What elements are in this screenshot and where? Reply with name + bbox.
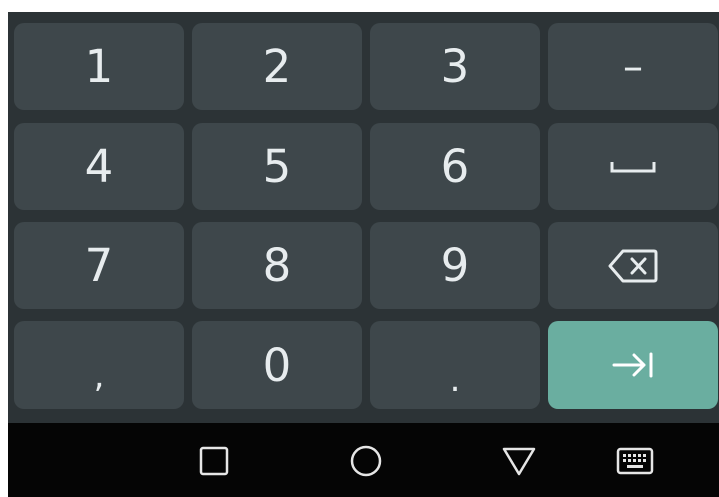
key-next[interactable] xyxy=(548,321,718,409)
tab-next-icon xyxy=(611,351,655,379)
key-6[interactable]: 6 xyxy=(370,123,540,210)
key-1[interactable]: 1 xyxy=(14,23,184,110)
key-3-label: 3 xyxy=(440,40,470,93)
key-5[interactable]: 5 xyxy=(192,123,362,210)
key-space[interactable] xyxy=(548,123,718,210)
keyboard-icon xyxy=(616,447,654,475)
recent-apps-icon xyxy=(199,446,229,476)
key-7-label: 7 xyxy=(84,239,114,292)
screen: 1 2 3 – 4 5 6 7 8 9 , 0 . xyxy=(0,0,719,497)
key-period[interactable]: . xyxy=(370,321,540,409)
key-3[interactable]: 3 xyxy=(370,23,540,110)
keyboard-switch-button[interactable] xyxy=(615,441,655,481)
home-button[interactable] xyxy=(346,441,386,481)
backspace-icon xyxy=(607,248,659,284)
key-5-label: 5 xyxy=(262,140,292,193)
navigation-bar xyxy=(8,423,719,497)
back-button[interactable] xyxy=(499,441,539,481)
key-4[interactable]: 4 xyxy=(14,123,184,210)
key-period-label: . xyxy=(449,360,461,400)
key-minus-label: – xyxy=(623,43,643,90)
recent-apps-button[interactable] xyxy=(194,441,234,481)
key-1-label: 1 xyxy=(84,40,114,93)
key-4-label: 4 xyxy=(84,140,114,193)
back-icon xyxy=(501,445,537,477)
key-backspace[interactable] xyxy=(548,222,718,309)
key-2-label: 2 xyxy=(262,40,292,93)
numeric-keyboard: 1 2 3 – 4 5 6 7 8 9 , 0 . xyxy=(8,12,719,423)
home-icon xyxy=(349,444,383,478)
space-icon xyxy=(609,160,657,174)
key-9-label: 9 xyxy=(440,239,470,292)
key-0[interactable]: 0 xyxy=(192,321,362,409)
key-comma[interactable]: , xyxy=(14,321,184,409)
key-7[interactable]: 7 xyxy=(14,222,184,309)
key-8[interactable]: 8 xyxy=(192,222,362,309)
key-9[interactable]: 9 xyxy=(370,222,540,309)
key-minus[interactable]: – xyxy=(548,23,718,110)
key-0-label: 0 xyxy=(262,338,292,392)
key-comma-label: , xyxy=(93,356,105,396)
key-6-label: 6 xyxy=(440,140,470,193)
key-2[interactable]: 2 xyxy=(192,23,362,110)
key-8-label: 8 xyxy=(262,239,292,292)
